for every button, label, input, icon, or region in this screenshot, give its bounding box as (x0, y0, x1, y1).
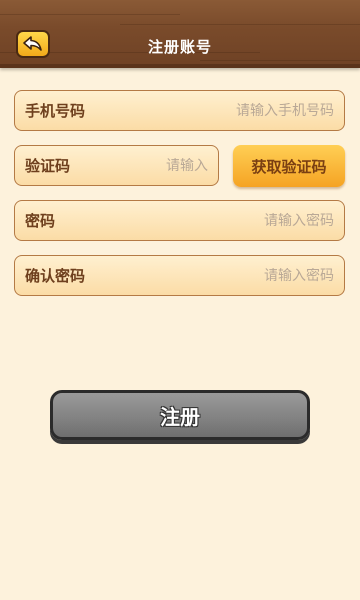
register-button[interactable]: 注册 (50, 390, 310, 440)
page-title: 注册账号 (147, 38, 212, 56)
code-field[interactable]: 验证码 (14, 145, 219, 186)
header-bar: 注册账号 (0, 0, 360, 68)
code-input[interactable] (70, 157, 208, 174)
phone-label: 手机号码 (25, 102, 86, 120)
get-code-button[interactable]: 获取验证码 (233, 145, 345, 187)
wood-grain (120, 24, 360, 25)
password-input[interactable] (55, 212, 334, 229)
confirm-password-label: 确认密码 (25, 267, 86, 285)
password-label: 密码 (25, 212, 56, 230)
wood-grain (200, 60, 360, 61)
password-field[interactable]: 密码 (14, 200, 345, 241)
phone-field[interactable]: 手机号码 (14, 90, 345, 131)
confirm-password-field[interactable]: 确认密码 (14, 255, 345, 296)
confirm-password-input[interactable] (85, 267, 334, 284)
wood-grain (0, 14, 180, 15)
phone-input[interactable] (85, 102, 334, 119)
code-label: 验证码 (25, 157, 71, 175)
